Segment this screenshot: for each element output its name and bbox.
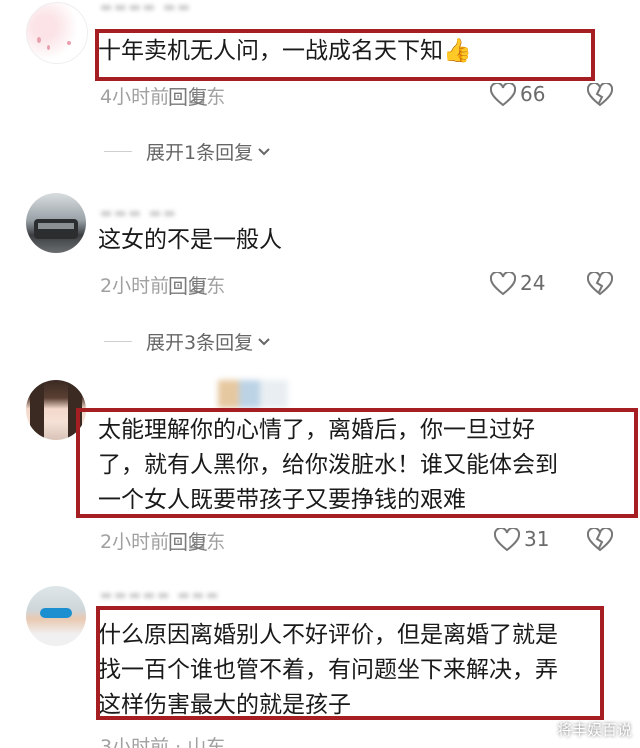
comment-meta: 3小时前 · 山东 [100, 732, 225, 748]
chevron-down-icon [258, 147, 270, 155]
username[interactable]: ▬▬▬ ▬▬ [100, 206, 220, 220]
divider [104, 151, 132, 152]
expand-label: 展开3条回复 [146, 332, 254, 354]
comment-text: 这女的不是一般人 [98, 227, 282, 253]
highlight-box [96, 606, 604, 720]
reply-button[interactable]: 回复 [168, 81, 208, 110]
chevron-down-icon [258, 337, 270, 345]
comment-time: 3小时前 · 山东 [100, 736, 226, 748]
watermark: 将丰娱百说 [556, 721, 632, 739]
expand-label: 展开1条回复 [146, 142, 254, 164]
divider [104, 341, 132, 342]
broken-heart-icon[interactable] [587, 528, 613, 552]
username[interactable]: ▬▬▬▬▬ ▬▬▬ [100, 588, 290, 602]
like-count: 31 [524, 527, 550, 551]
broken-heart-icon[interactable] [587, 83, 613, 107]
reply-button[interactable]: 回复 [168, 526, 208, 555]
avatar[interactable] [26, 586, 86, 646]
highlight-box [76, 408, 638, 518]
heart-icon[interactable] [490, 83, 516, 107]
reply-button[interactable]: 回复 [168, 270, 208, 299]
like-count: 66 [520, 82, 546, 106]
heart-icon[interactable] [490, 272, 516, 296]
blurred-username [218, 380, 288, 408]
expand-replies-button[interactable]: 展开3条回复 [104, 328, 271, 355]
avatar[interactable] [26, 2, 88, 64]
highlight-box [95, 29, 595, 81]
expand-replies-button[interactable]: 展开1条回复 [104, 138, 271, 165]
broken-heart-icon[interactable] [587, 272, 613, 296]
avatar[interactable] [26, 193, 86, 253]
heart-icon[interactable] [494, 528, 520, 552]
username[interactable]: ▬▬▬▬ ▬▬ [100, 0, 250, 14]
like-count: 24 [520, 271, 546, 295]
